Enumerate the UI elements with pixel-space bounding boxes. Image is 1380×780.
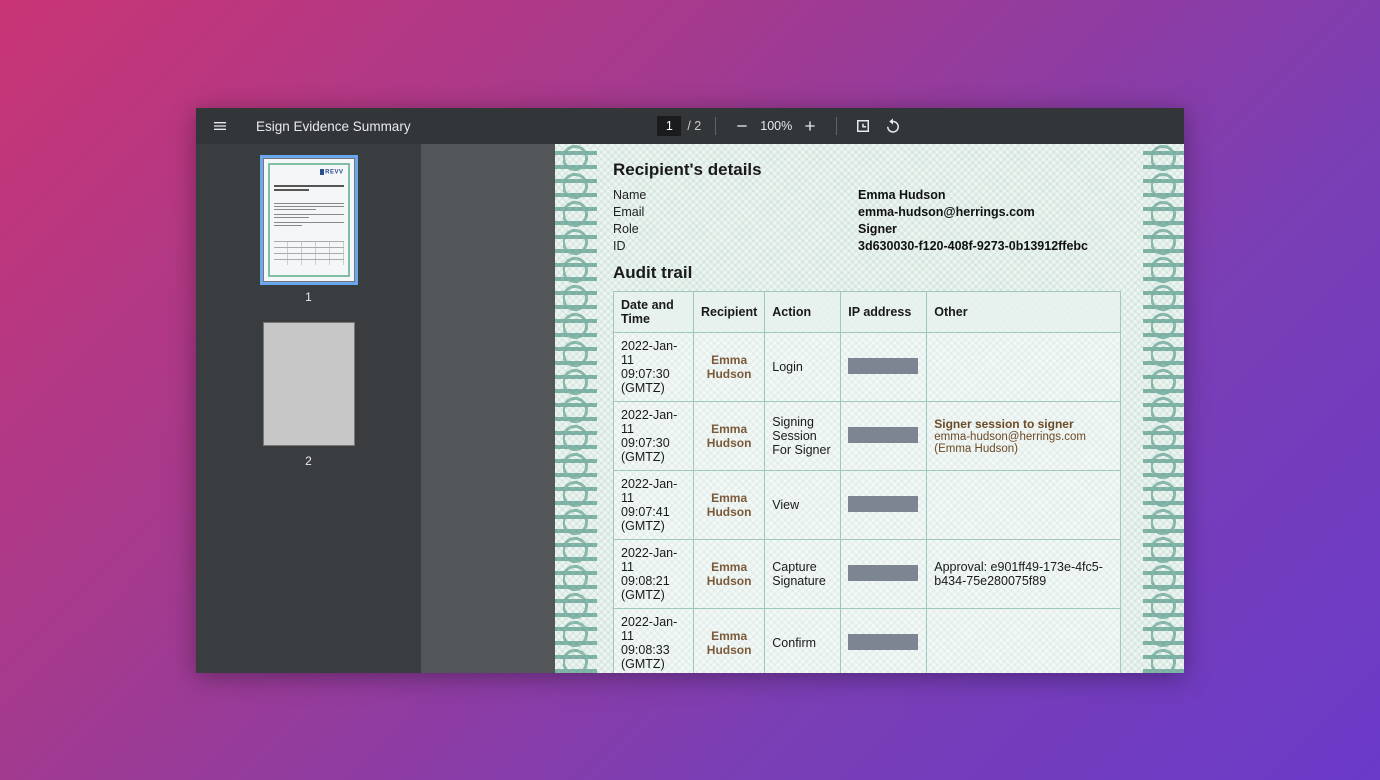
zoom-level: 100% xyxy=(754,119,798,133)
audit-header-recipient: Recipient xyxy=(694,292,765,333)
recipient-name-label: Name xyxy=(613,188,858,202)
audit-cell-other xyxy=(927,333,1121,402)
thumbnail-sidebar: REVV 1 xyxy=(196,144,421,673)
zoom-in-button[interactable] xyxy=(798,114,822,138)
audit-row: 2022-Jan-11 09:07:30 (GMTZ)Emma HudsonLo… xyxy=(614,333,1121,402)
document-title: Esign Evidence Summary xyxy=(256,119,411,134)
recipient-role-label: Role xyxy=(613,222,858,236)
audit-cell-datetime: 2022-Jan-11 09:07:30 (GMTZ) xyxy=(614,333,694,402)
thumbnail-image xyxy=(263,322,355,446)
audit-cell-ip xyxy=(841,471,927,540)
document-page: Recipient's details Name Emma Hudson Ema… xyxy=(555,144,1184,673)
thumbnail-1[interactable]: REVV 1 xyxy=(263,158,355,304)
audit-cell-recipient: Emma Hudson xyxy=(694,402,765,471)
audit-cell-action: Confirm xyxy=(765,609,841,674)
audit-cell-other: Approval: e901ff49-173e-4fc5-b434-75e280… xyxy=(927,540,1121,609)
audit-table: Date and Time Recipient Action IP addres… xyxy=(613,291,1121,673)
ip-redacted xyxy=(848,565,918,581)
audit-cell-other xyxy=(927,471,1121,540)
audit-header-ip: IP address xyxy=(841,292,927,333)
recipient-email-value: emma-hudson@herrings.com xyxy=(858,205,1035,219)
certificate-border-left xyxy=(555,144,597,673)
audit-row: 2022-Jan-11 09:07:41 (GMTZ)Emma HudsonVi… xyxy=(614,471,1121,540)
audit-row: 2022-Jan-11 09:07:30 (GMTZ)Emma HudsonSi… xyxy=(614,402,1121,471)
toolbar-divider xyxy=(715,117,716,135)
audit-cell-other xyxy=(927,609,1121,674)
page-number-input[interactable] xyxy=(657,116,681,136)
ip-redacted xyxy=(848,358,918,374)
recipient-section-title: Recipient's details xyxy=(613,160,1121,180)
audit-cell-action: Login xyxy=(765,333,841,402)
audit-cell-ip xyxy=(841,540,927,609)
audit-header-row: Date and Time Recipient Action IP addres… xyxy=(614,292,1121,333)
ip-redacted xyxy=(848,496,918,512)
audit-section-title: Audit trail xyxy=(613,263,1121,283)
audit-cell-datetime: 2022-Jan-11 09:07:41 (GMTZ) xyxy=(614,471,694,540)
rotate-button[interactable] xyxy=(881,114,905,138)
viewer-toolbar: Esign Evidence Summary / 2 100% xyxy=(196,108,1184,144)
audit-header-action: Action xyxy=(765,292,841,333)
audit-cell-datetime: 2022-Jan-11 09:08:21 (GMTZ) xyxy=(614,540,694,609)
audit-cell-action: View xyxy=(765,471,841,540)
audit-cell-datetime: 2022-Jan-11 09:07:30 (GMTZ) xyxy=(614,402,694,471)
audit-cell-action: Capture Signature xyxy=(765,540,841,609)
audit-cell-ip xyxy=(841,333,927,402)
audit-header-datetime: Date and Time xyxy=(614,292,694,333)
thumbnail-number: 2 xyxy=(305,454,312,468)
thumbnail-number: 1 xyxy=(305,290,312,304)
audit-cell-ip xyxy=(841,609,927,674)
document-area[interactable]: Recipient's details Name Emma Hudson Ema… xyxy=(421,144,1184,673)
page-total: / 2 xyxy=(687,119,701,133)
zoom-out-button[interactable] xyxy=(730,114,754,138)
audit-cell-other: Signer session to signeremma-hudson@herr… xyxy=(927,402,1121,471)
audit-row: 2022-Jan-11 09:08:21 (GMTZ)Emma HudsonCa… xyxy=(614,540,1121,609)
recipient-id-value: 3d630030-f120-408f-9273-0b13912ffebc xyxy=(858,239,1088,253)
audit-cell-ip xyxy=(841,402,927,471)
toolbar-divider xyxy=(836,117,837,135)
audit-cell-recipient: Emma Hudson xyxy=(694,333,765,402)
pdf-viewer: Esign Evidence Summary / 2 100% xyxy=(196,108,1184,673)
audit-cell-action: Signing Session For Signer xyxy=(765,402,841,471)
recipient-details: Name Emma Hudson Email emma-hudson@herri… xyxy=(613,188,1121,253)
audit-cell-recipient: Emma Hudson xyxy=(694,540,765,609)
audit-header-other: Other xyxy=(927,292,1121,333)
certificate-border-right xyxy=(1143,144,1184,673)
menu-icon[interactable] xyxy=(208,114,232,138)
thumbnail-2[interactable]: 2 xyxy=(263,322,355,468)
fit-page-button[interactable] xyxy=(851,114,875,138)
recipient-id-label: ID xyxy=(613,239,858,253)
audit-row: 2022-Jan-11 09:08:33 (GMTZ)Emma HudsonCo… xyxy=(614,609,1121,674)
recipient-role-value: Signer xyxy=(858,222,897,236)
recipient-email-label: Email xyxy=(613,205,858,219)
ip-redacted xyxy=(848,634,918,650)
audit-cell-recipient: Emma Hudson xyxy=(694,609,765,674)
ip-redacted xyxy=(848,427,918,443)
thumbnail-image: REVV xyxy=(263,158,355,282)
audit-cell-datetime: 2022-Jan-11 09:08:33 (GMTZ) xyxy=(614,609,694,674)
audit-cell-recipient: Emma Hudson xyxy=(694,471,765,540)
recipient-name-value: Emma Hudson xyxy=(858,188,946,202)
page-indicator: / 2 xyxy=(657,116,701,136)
